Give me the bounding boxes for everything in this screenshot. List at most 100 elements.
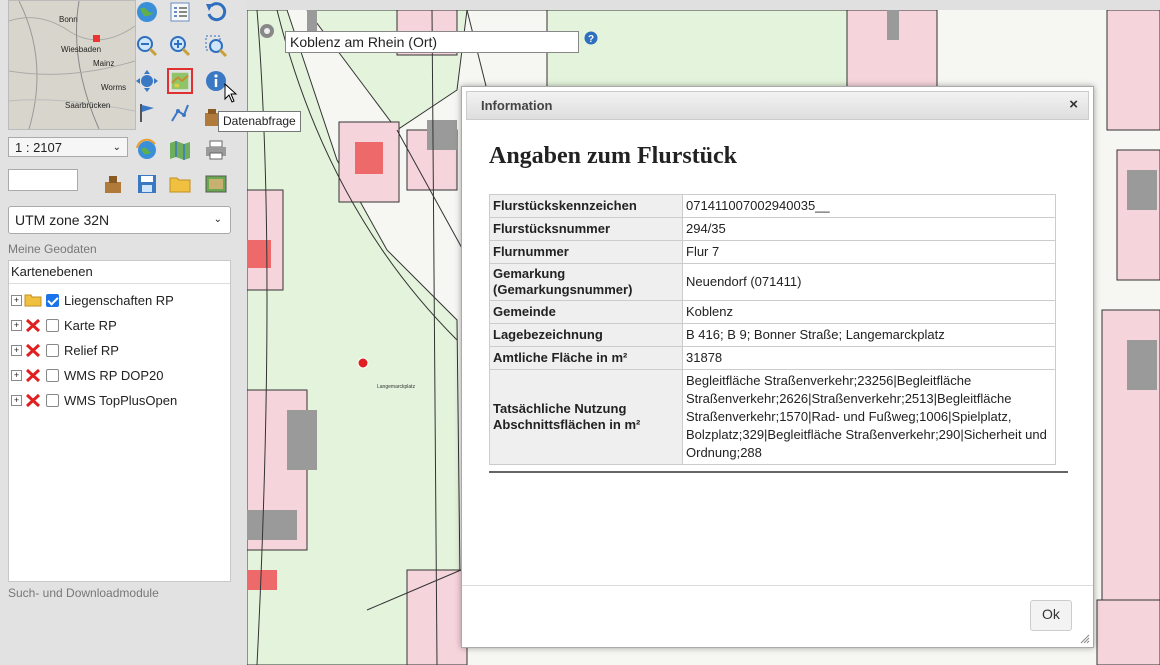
measure-icon[interactable] bbox=[167, 100, 193, 126]
dialog-titlebar[interactable]: Information × bbox=[466, 91, 1089, 120]
row-key: Gemeinde bbox=[489, 300, 683, 324]
row-value: 294/35 bbox=[682, 217, 1056, 241]
table-row: Flurstücksnummer 294/35 bbox=[489, 217, 1056, 241]
layer-select-icon[interactable] bbox=[167, 68, 193, 94]
scale-select[interactable]: 1 : 2107 ⌄ bbox=[8, 137, 128, 157]
layer-label: WMS RP DOP20 bbox=[64, 367, 164, 383]
divider bbox=[489, 471, 1068, 473]
coordinate-input[interactable] bbox=[8, 169, 78, 191]
print-icon[interactable] bbox=[203, 137, 229, 163]
layer-item-dop20[interactable]: + WMS RP DOP20 bbox=[11, 364, 163, 386]
row-value: 071411007002940035__ bbox=[682, 194, 1056, 218]
crs-value: UTM zone 32N bbox=[15, 212, 110, 228]
table-row: Flurnummer Flur 7 bbox=[489, 240, 1056, 264]
chevron-down-icon: ⌄ bbox=[112, 142, 121, 153]
picture-icon[interactable] bbox=[203, 171, 229, 197]
svg-text:?: ? bbox=[588, 34, 594, 45]
expand-icon[interactable]: + bbox=[11, 344, 22, 356]
table-row: Tatsächliche Nutzung Abschnittsflächen i… bbox=[489, 369, 1056, 465]
layer-label: Karte RP bbox=[64, 317, 117, 333]
back-icon[interactable] bbox=[203, 0, 229, 25]
layer-panel-title: Kartenebenen bbox=[9, 261, 230, 284]
table-row: Flurstückskennzeichen 071411007002940035_… bbox=[489, 194, 1056, 218]
layer-item-karte[interactable]: + Karte RP bbox=[11, 314, 117, 336]
layer-checkbox[interactable] bbox=[46, 318, 59, 332]
expand-icon[interactable]: + bbox=[11, 319, 22, 331]
place-search-input[interactable]: Koblenz am Rhein (Ort) bbox=[285, 31, 579, 53]
chevron-down-icon: ⌄ bbox=[213, 214, 222, 225]
crs-select[interactable]: UTM zone 32N ⌄ bbox=[8, 206, 231, 234]
row-value: Koblenz bbox=[682, 300, 1056, 324]
overview-place-label: Saarbrücken bbox=[65, 101, 111, 110]
row-key: Gemarkung (Gemarkungsnummer) bbox=[489, 263, 683, 301]
row-key: Flurstückskennzeichen bbox=[489, 194, 683, 218]
sidebar: Bonn Wiesbaden Mainz Worms Saarbrücken 1… bbox=[0, 0, 247, 665]
overview-place-label: Wiesbaden bbox=[61, 45, 102, 54]
refresh-globe-icon[interactable] bbox=[134, 137, 160, 163]
layer-label: Relief RP bbox=[64, 342, 119, 358]
ok-button[interactable]: Ok bbox=[1030, 600, 1072, 631]
layer-item-topplusopen[interactable]: + WMS TopPlusOpen bbox=[11, 389, 177, 411]
search-download-header[interactable]: Such- und Downloadmodule bbox=[8, 584, 231, 602]
move-icon[interactable] bbox=[134, 68, 160, 94]
geodata-header[interactable]: Meine Geodaten bbox=[8, 240, 231, 258]
folder-icon[interactable] bbox=[167, 171, 193, 197]
location-search-icon[interactable] bbox=[256, 22, 280, 44]
help-icon[interactable]: ? bbox=[584, 31, 598, 45]
layer-panel: Kartenebenen + Liegenschaften RP + Karte… bbox=[8, 260, 231, 582]
layer-item-relief[interactable]: + Relief RP bbox=[11, 339, 119, 361]
top-strip bbox=[247, 0, 1160, 10]
layer-checkbox[interactable] bbox=[46, 368, 59, 382]
layer-checkbox[interactable] bbox=[46, 293, 59, 307]
error-x-icon bbox=[25, 343, 41, 358]
table-row: Gemeinde Koblenz bbox=[489, 300, 1056, 324]
layer-item-liegenschaften[interactable]: + Liegenschaften RP bbox=[11, 289, 174, 311]
tooltip: Datenabfrage bbox=[218, 111, 301, 132]
row-key: Lagebezeichnung bbox=[489, 323, 683, 347]
table-row: Lagebezeichnung B 416; B 9; Bonner Straße… bbox=[489, 323, 1056, 347]
zoom-extent-icon[interactable] bbox=[203, 33, 229, 59]
error-x-icon bbox=[25, 393, 41, 408]
map-icon[interactable] bbox=[167, 137, 193, 163]
scale-value: 1 : 2107 bbox=[15, 140, 62, 155]
error-x-icon bbox=[25, 368, 41, 383]
row-value: B 416; B 9; Bonner Straße; Langemarckpla… bbox=[682, 323, 1056, 347]
expand-icon[interactable]: + bbox=[11, 369, 22, 381]
table-row: Amtliche Fläche in m² 31878 bbox=[489, 346, 1056, 370]
overview-place-label: Mainz bbox=[93, 59, 115, 68]
error-x-icon bbox=[25, 318, 41, 333]
save-icon[interactable] bbox=[134, 171, 160, 197]
stamp-icon[interactable] bbox=[100, 171, 126, 197]
folder-icon bbox=[24, 294, 42, 307]
row-key: Tatsächliche Nutzung Abschnittsflächen i… bbox=[489, 369, 683, 465]
row-key: Flurnummer bbox=[489, 240, 683, 264]
row-value: Begleitfläche Straßenverkehr;23256|Begle… bbox=[682, 369, 1056, 465]
globe-icon[interactable] bbox=[134, 0, 160, 25]
row-value: Neuendorf (071411) bbox=[682, 263, 1056, 301]
expand-icon[interactable]: + bbox=[11, 294, 22, 306]
expand-icon[interactable]: + bbox=[11, 394, 22, 406]
flag-icon[interactable] bbox=[134, 100, 160, 126]
dialog-title: Information bbox=[481, 98, 553, 113]
information-dialog: Information × Angaben zum Flurstück Flur… bbox=[461, 86, 1094, 648]
overview-place-label: Bonn bbox=[59, 15, 78, 24]
mouse-cursor-icon bbox=[224, 83, 238, 103]
zoom-out-icon[interactable] bbox=[134, 33, 160, 59]
table-row: Gemarkung (Gemarkungsnummer) Neuendorf (0… bbox=[489, 263, 1056, 301]
layer-checkbox[interactable] bbox=[46, 393, 59, 407]
dialog-heading: Angaben zum Flurstück bbox=[489, 143, 738, 169]
row-key: Amtliche Fläche in m² bbox=[489, 346, 683, 370]
layer-label: WMS TopPlusOpen bbox=[64, 392, 178, 408]
map-street-label: Langemarckplatz bbox=[377, 384, 416, 390]
row-key: Flurstücksnummer bbox=[489, 217, 683, 241]
legend-icon[interactable] bbox=[167, 0, 193, 25]
row-value: Flur 7 bbox=[682, 240, 1056, 264]
overview-map[interactable]: Bonn Wiesbaden Mainz Worms Saarbrücken bbox=[8, 0, 136, 130]
resize-grip-icon[interactable] bbox=[1080, 634, 1090, 644]
zoom-in-icon[interactable] bbox=[167, 33, 193, 59]
layer-checkbox[interactable] bbox=[46, 343, 59, 357]
parcel-info-table: Flurstückskennzeichen 071411007002940035_… bbox=[489, 194, 1056, 465]
close-icon[interactable]: × bbox=[1069, 96, 1078, 113]
layer-label: Liegenschaften RP bbox=[64, 292, 174, 308]
overview-place-label: Worms bbox=[101, 83, 127, 92]
